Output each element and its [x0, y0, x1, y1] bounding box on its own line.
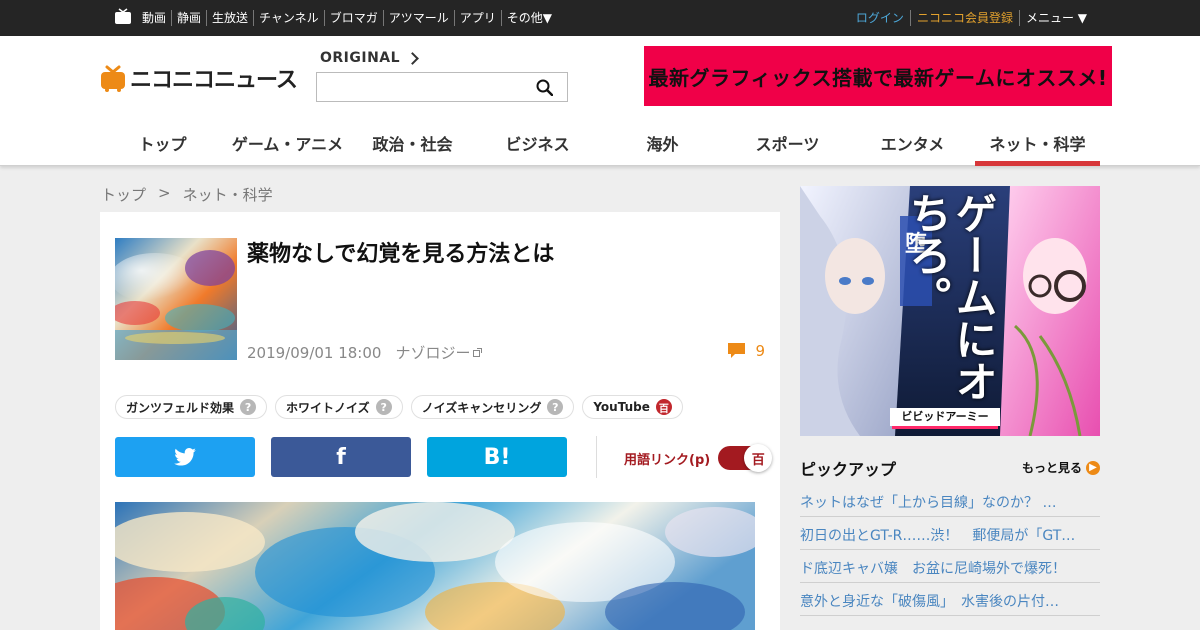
sidebar-ad-title: ゲームにオちろ。 — [903, 192, 998, 402]
arrow-right-icon: ▶ — [1086, 460, 1100, 475]
more-link[interactable]: もっと見る ▶ — [1022, 459, 1100, 476]
article-title: 薬物なしで幻覚を見る方法とは — [247, 242, 555, 267]
pickup-item[interactable]: 初日の出とGT-R……渋！ 郵便局が「GT… — [800, 517, 1100, 550]
help-icon[interactable]: ? — [240, 399, 257, 415]
article-source: ナゾロジー — [395, 344, 471, 362]
category-entertainment[interactable]: エンタメ — [850, 118, 975, 166]
tag-label: ノイズキャンセリング — [421, 400, 542, 415]
category-nav: トップ ゲーム・アニメ 政治・社会 ビジネス 海外 スポーツ エンタメ ネット・… — [100, 118, 1100, 166]
original-link[interactable]: ORIGINAL — [320, 50, 419, 66]
twitter-icon — [174, 448, 196, 466]
article-date: 2019/09/01 18:00 — [247, 343, 382, 362]
tag-label: ガンツフェルド効果 — [126, 400, 235, 415]
niconico-logo-icon — [101, 65, 125, 92]
service-nav-live[interactable]: 生放送 — [206, 10, 253, 26]
facebook-share-button[interactable]: f — [271, 437, 411, 477]
pickup-item[interactable]: ネットはなぜ「上から目線」なのか？ … — [800, 484, 1100, 517]
service-nav-seiga[interactable]: 静画 — [171, 10, 206, 26]
service-nav-app[interactable]: アプリ — [453, 10, 501, 26]
term-link-toggle[interactable]: 百 — [718, 444, 773, 472]
original-label: ORIGINAL — [320, 50, 401, 66]
pickup-heading: ピックアップ — [800, 460, 897, 479]
header-ad-banner[interactable]: 最新グラフィックス搭載で最新ゲームにオススメ! — [644, 46, 1112, 106]
sidebar-ad[interactable]: 堕 ゲームにオちろ。 ビビッドアーミー — [800, 186, 1100, 436]
tag-item[interactable]: ホワイトノイズ ? — [275, 395, 403, 419]
facebook-icon: f — [336, 444, 346, 470]
tag-label: YouTube — [593, 400, 650, 414]
nicopedia-icon[interactable]: 百 — [655, 399, 672, 415]
category-sports[interactable]: スポーツ — [725, 118, 850, 166]
tag-list: ガンツフェルド効果 ? ホワイトノイズ ? ノイズキャンセリング ? YouTu… — [115, 395, 683, 419]
sidebar-ad-logo: ビビッドアーミー — [901, 410, 989, 423]
niconico-tv-icon[interactable] — [114, 8, 132, 25]
article-hero-image — [115, 502, 755, 630]
service-nav-more[interactable]: その他▼ — [500, 10, 557, 26]
share-buttons: f B! — [115, 437, 567, 477]
comment-count-link[interactable]: 9 — [728, 342, 765, 360]
comment-icon — [728, 343, 746, 358]
search-icon[interactable] — [536, 79, 553, 96]
category-game-anime[interactable]: ゲーム・アニメ — [225, 118, 350, 166]
category-business[interactable]: ビジネス — [475, 118, 600, 166]
tag-label: ホワイトノイズ — [286, 400, 370, 415]
help-icon[interactable]: ? — [375, 399, 392, 415]
top-bar: 動画 静画 生放送 チャンネル ブロマガ アツマール アプリ その他▼ ログイン… — [0, 0, 1200, 36]
tag-item[interactable]: ノイズキャンセリング ? — [410, 395, 575, 419]
help-icon[interactable]: ? — [547, 399, 564, 415]
share-divider — [596, 436, 597, 478]
pickup-item[interactable]: ド底辺キャバ嬢 お盆に尼崎場外で爆死！ — [800, 550, 1100, 583]
breadcrumb-separator: > — [158, 184, 171, 202]
breadcrumb-net-science[interactable]: ネット・科学 — [183, 184, 273, 205]
search-input[interactable] — [316, 72, 568, 102]
hatena-bookmark-button[interactable]: B! — [427, 437, 567, 477]
comment-count: 9 — [755, 342, 765, 360]
breadcrumb: トップ > ネット・科学 — [101, 184, 273, 205]
category-politics[interactable]: 政治・社会 — [350, 118, 475, 166]
article-card: 薬物なしで幻覚を見る方法とは 2019/09/01 18:00 ナゾロジー 9 … — [100, 212, 780, 630]
twitter-share-button[interactable] — [115, 437, 255, 477]
chevron-right-icon — [406, 51, 419, 65]
article-meta: 2019/09/01 18:00 ナゾロジー — [247, 342, 483, 363]
nicopedia-icon: 百 — [744, 444, 773, 472]
service-nav-blomaga[interactable]: ブロマガ — [323, 10, 383, 26]
logo-text: ニコニコニュース — [130, 68, 298, 93]
pickup-item[interactable]: 意外と身近な「破傷風」 水害後の片付… — [800, 583, 1100, 616]
site-logo[interactable]: ニコニコニュース — [100, 62, 298, 94]
tag-item[interactable]: YouTube 百 — [582, 395, 683, 419]
category-net-science[interactable]: ネット・科学 — [975, 118, 1100, 166]
external-link-icon — [473, 348, 483, 357]
term-link-toggle-row: 用語リンク(p) 百 — [624, 444, 773, 472]
category-overseas[interactable]: 海外 — [600, 118, 725, 166]
register-link[interactable]: ニコニコ会員登録 — [909, 10, 1019, 26]
account-links: ログイン ニコニコ会員登録 メニュー ▼ — [856, 10, 1087, 26]
tag-item[interactable]: ガンツフェルド効果 ? — [115, 395, 268, 419]
category-top[interactable]: トップ — [100, 118, 225, 166]
hatena-bookmark-icon: B! — [483, 444, 511, 470]
service-nav: 動画 静画 生放送 チャンネル ブロマガ アツマール アプリ その他▼ — [137, 10, 557, 26]
menu-dropdown[interactable]: メニュー ▼ — [1018, 10, 1087, 26]
service-nav-channel[interactable]: チャンネル — [253, 10, 324, 26]
article-thumbnail — [115, 238, 237, 360]
service-nav-atsumaru[interactable]: アツマール — [382, 10, 454, 26]
more-label: もっと見る — [1021, 461, 1082, 475]
login-link[interactable]: ログイン — [856, 10, 910, 26]
term-link-label: 用語リンク(p) — [624, 452, 711, 468]
site-header: ニコニコニュース ORIGINAL 最新グラフィックス搭載で最新ゲームにオススメ… — [0, 36, 1200, 166]
pickup-list: ネットはなぜ「上から目線」なのか？ … 初日の出とGT-R……渋！ 郵便局が「G… — [800, 484, 1100, 616]
article-source-link[interactable]: ナゾロジー — [395, 342, 483, 363]
service-nav-douga[interactable]: 動画 — [137, 10, 171, 26]
breadcrumb-top[interactable]: トップ — [101, 184, 146, 205]
